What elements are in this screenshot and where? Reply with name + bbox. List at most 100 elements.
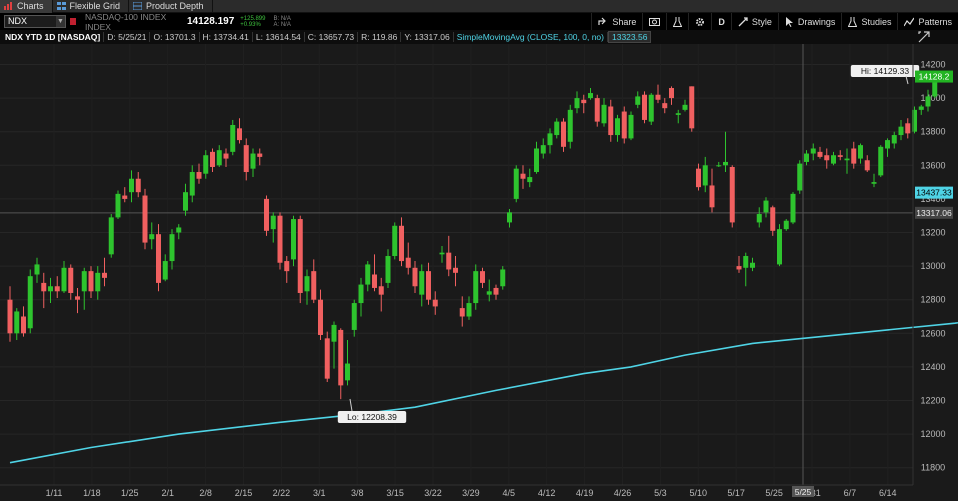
price-chart[interactable]: 11800 12000 12200 12400 12600 12800 13000 13200… [0, 44, 958, 501]
studies-label: Studies [861, 16, 892, 27]
y-tick-label: 13800 [920, 127, 945, 137]
candle-body [176, 227, 182, 233]
candle-body [513, 168, 519, 199]
style-icon [738, 16, 748, 26]
patterns-icon [904, 17, 915, 26]
candle-body [378, 286, 384, 295]
candle-body [628, 114, 634, 139]
x-tick-label: 3/15 [386, 488, 404, 498]
chart-title: NDX YTD 1D [NASDAQ] [0, 32, 105, 42]
candle-body [756, 214, 762, 223]
candle-body [743, 256, 749, 268]
candle-body [291, 219, 296, 260]
lab-button[interactable] [666, 13, 688, 30]
candle-body [284, 261, 290, 272]
candle-body [891, 135, 897, 144]
candle-body [473, 271, 479, 304]
study-label[interactable]: SimpleMovingAvg (CLOSE, 100, 0, no) [454, 32, 608, 42]
chevron-down-icon[interactable]: ▼ [56, 16, 65, 27]
share-label: Share [612, 16, 637, 27]
candle-body [419, 271, 425, 295]
candle-body [507, 212, 512, 223]
candle-body [669, 88, 674, 99]
candle-body [642, 94, 647, 120]
candle-body [716, 165, 722, 167]
x-tick-label: 5/3 [654, 488, 667, 498]
x-tick-label: 4/12 [538, 488, 556, 498]
candle-body [621, 111, 627, 139]
candle-body [864, 160, 870, 171]
candle-body [230, 124, 236, 152]
x-tick-label: 3/1 [313, 488, 326, 498]
chart-icon [4, 2, 12, 10]
candle-body [41, 282, 47, 292]
net-change: +125.899 [240, 15, 266, 22]
candle-body [169, 234, 175, 262]
crosshair-price-badge: 13317.06 [915, 206, 953, 219]
candle-body [385, 256, 391, 283]
candle-body [844, 158, 850, 161]
candle-body [439, 252, 445, 255]
candle-body [331, 324, 337, 342]
lo-label: Lo: 12208.39 [337, 411, 407, 423]
expand-icon[interactable] [918, 31, 930, 43]
sma-price-badge-text: 13437.33 [916, 188, 952, 198]
candle-body [277, 215, 283, 263]
candle-body [878, 146, 884, 176]
candle-body [54, 286, 60, 292]
candle-body [432, 299, 438, 307]
studies-button[interactable]: Studies [841, 13, 897, 30]
candle-body [264, 198, 269, 231]
candle-body [14, 311, 20, 334]
candle-body [108, 217, 114, 255]
x-tick-label: 3/29 [462, 488, 480, 498]
candle-body [790, 193, 796, 223]
candle-body [588, 93, 593, 99]
candle-body [102, 272, 107, 278]
candle-body [547, 133, 553, 146]
candle-body [345, 363, 350, 381]
symbol-input[interactable]: NDX ▼ [4, 15, 66, 28]
candle-body [311, 271, 317, 300]
y-tick-label: 14200 [920, 60, 945, 70]
tab-charts[interactable]: Charts [0, 0, 53, 13]
candle-body [709, 185, 715, 208]
candle-body [297, 219, 303, 293]
lo-label-text: Lo: 12208.39 [347, 412, 397, 422]
share-button[interactable]: Share [591, 13, 642, 30]
bar-close: C: 13657.73 [305, 32, 359, 42]
toolbar-actions: Share D Style Drawings Studies Patterns [591, 13, 958, 30]
candle-body [412, 267, 418, 287]
change: +125.899 +0.93% [240, 16, 265, 28]
candle-body [243, 145, 249, 173]
symbol-description: NASDAQ-100 INDEX INDEX [85, 11, 167, 32]
candle-body [837, 155, 843, 157]
drawings-button[interactable]: Drawings [777, 13, 842, 30]
candle-body [493, 287, 499, 295]
aggregation-label: D [718, 16, 725, 27]
link-color-icon[interactable] [70, 18, 76, 25]
settings-button[interactable] [688, 13, 711, 30]
screenshot-button[interactable] [642, 13, 666, 30]
tab-label: Product Depth [146, 1, 204, 11]
candle-body [871, 182, 877, 184]
share-icon [598, 17, 607, 25]
flask-icon [848, 16, 858, 27]
candle-body [783, 220, 789, 230]
candle-body [567, 109, 573, 142]
last-price: 14128.197 [187, 16, 235, 27]
candle-body [189, 172, 195, 196]
style-button[interactable]: Style [730, 13, 778, 30]
patterns-button[interactable]: Patterns [897, 13, 958, 30]
candle-body [250, 153, 256, 169]
candle-body [918, 106, 924, 110]
flask-icon [673, 16, 683, 27]
aggregation-button[interactable]: D [711, 13, 731, 30]
x-tick-label: 4/5 [503, 488, 516, 498]
crosshair-date-text: 5/25 [795, 487, 812, 497]
candle-body [459, 308, 465, 317]
candle-body [34, 264, 40, 275]
candle-body [581, 99, 587, 104]
y-tick-label: 13000 [920, 261, 945, 271]
x-tick-label: 4/19 [576, 488, 594, 498]
